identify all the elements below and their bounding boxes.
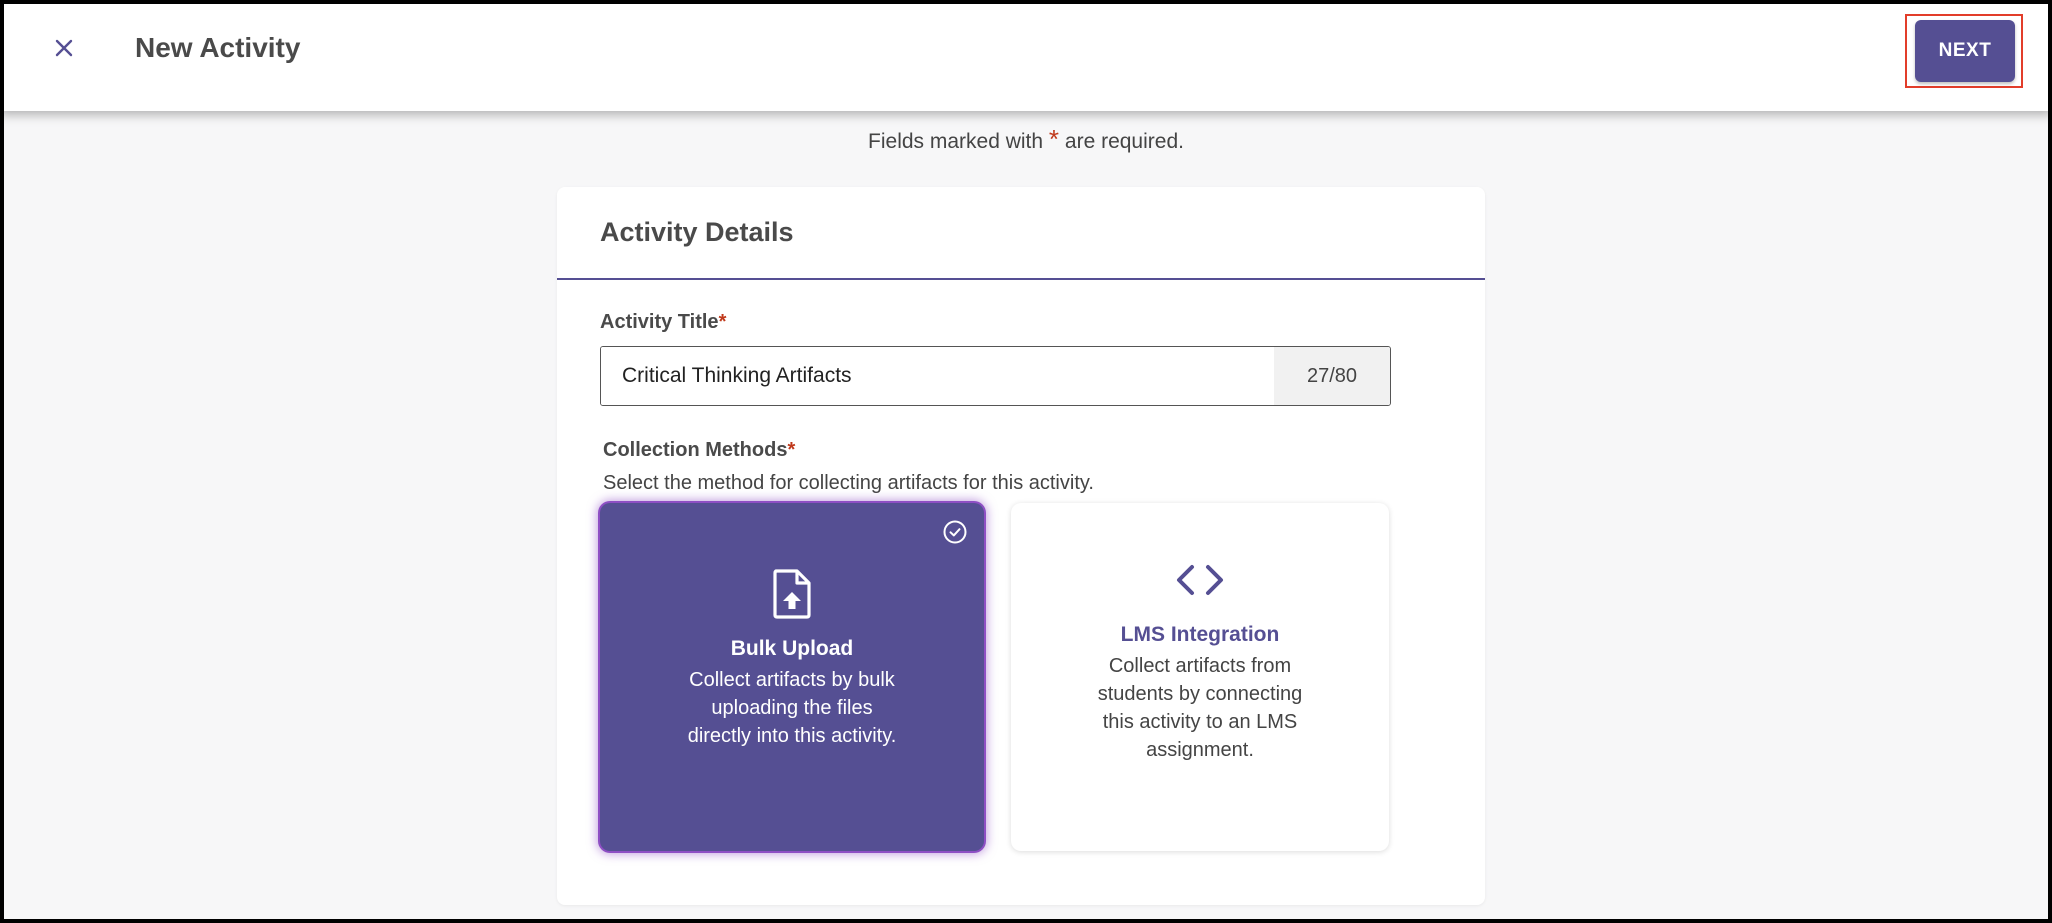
collection-methods-helper: Select the method for collecting artifac… — [603, 472, 1094, 494]
activity-title-label: Activity Title* — [600, 311, 726, 334]
file-upload-icon — [773, 569, 811, 619]
activity-title-field: 27/80 — [600, 346, 1391, 406]
required-note-suffix: are required. — [1064, 130, 1184, 153]
card-header: Activity Details — [557, 187, 1485, 280]
next-button-highlight: NEXT — [1905, 14, 2023, 88]
next-button[interactable]: NEXT — [1915, 20, 2015, 82]
method-title: LMS Integration — [1120, 623, 1280, 646]
close-icon — [55, 39, 73, 57]
card-title: Activity Details — [600, 217, 794, 247]
method-option-lms-integration[interactable]: LMS Integration Collect artifacts from s… — [1011, 503, 1389, 851]
activity-title-input[interactable] — [601, 347, 1274, 405]
required-note-prefix: Fields marked with — [868, 130, 1044, 153]
required-star: * — [787, 439, 796, 461]
code-icon — [1177, 565, 1223, 595]
character-counter: 27/80 — [1274, 347, 1390, 405]
method-description: Collect artifacts by bulk uploading the … — [687, 669, 897, 747]
required-fields-note: Fields marked with * are required. — [0, 124, 2052, 155]
method-option-bulk-upload[interactable]: Bulk Upload Collect artifacts by bulk up… — [600, 503, 984, 851]
required-star: * — [718, 311, 727, 333]
collection-methods-label: Collection Methods* — [603, 439, 795, 462]
activity-title-label-text: Activity Title — [600, 311, 719, 333]
activity-details-card: Activity Details Activity Title* 27/80 C… — [557, 187, 1485, 905]
page-title: New Activity — [135, 32, 301, 63]
top-bar: New Activity NEXT — [0, 0, 2052, 111]
collection-methods-label-text: Collection Methods — [603, 439, 788, 461]
close-button[interactable] — [46, 30, 82, 66]
method-description: Collect artifacts from students by conne… — [1097, 655, 1303, 761]
required-star: * — [1048, 124, 1060, 154]
check-circle-icon — [943, 520, 967, 544]
method-title: Bulk Upload — [730, 637, 854, 660]
